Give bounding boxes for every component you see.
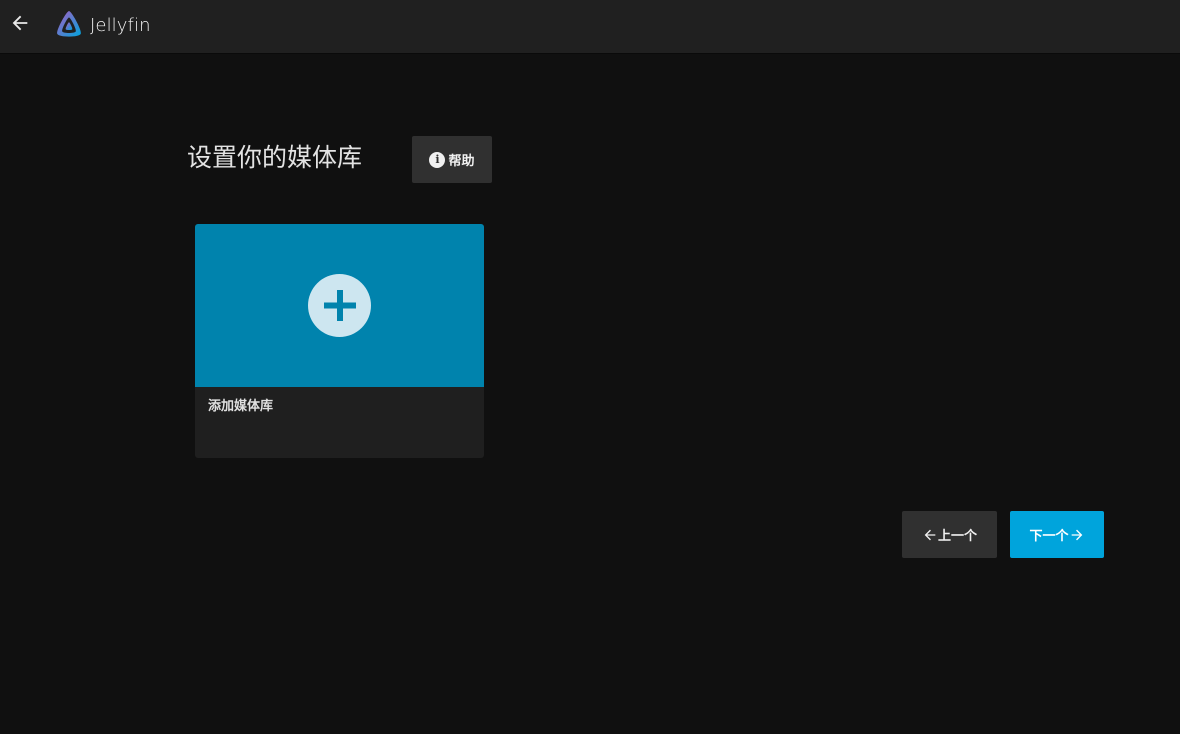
add-circle — [308, 274, 371, 337]
add-icon — [324, 290, 356, 321]
previous-button[interactable]: 上一个 — [902, 511, 997, 558]
info-icon: i — [429, 151, 446, 168]
jellyfin-logo-icon — [57, 11, 81, 37]
add-library-card-image[interactable] — [195, 224, 484, 387]
arrow-right-icon — [1069, 527, 1085, 543]
brand[interactable]: Jellyfin — [53, 9, 151, 41]
add-library-card[interactable]: 添加媒体库 — [195, 224, 484, 458]
previous-button-label: 上一个 — [937, 529, 977, 544]
arrow-left-icon — [12, 15, 28, 31]
add-library-label: 添加媒体库 — [208, 399, 274, 414]
app-header: Jellyfin — [0, 0, 1180, 53]
arrow-left-icon — [922, 527, 938, 543]
brand-name: Jellyfin — [90, 14, 151, 36]
help-button-label: 帮助 — [448, 154, 475, 169]
next-button-label: 下一个 — [1029, 529, 1069, 544]
page-title: 设置你的媒体库 — [187, 143, 363, 172]
back-button[interactable] — [6, 8, 34, 38]
help-button[interactable]: i 帮助 — [412, 136, 492, 183]
next-button[interactable]: 下一个 — [1010, 511, 1104, 558]
